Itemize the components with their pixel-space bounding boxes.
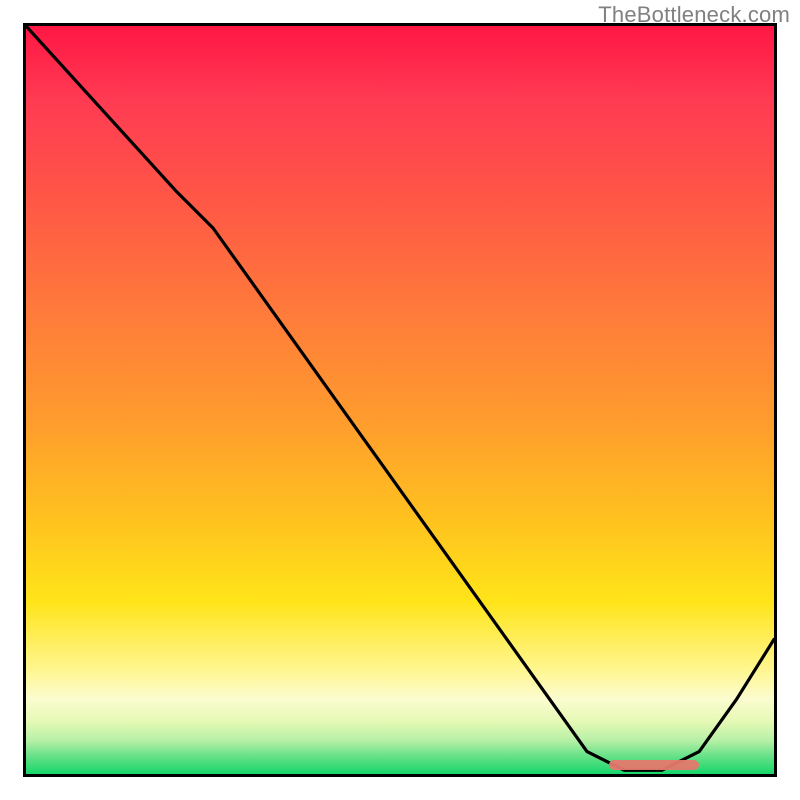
trough-marker xyxy=(609,760,699,770)
curve-line xyxy=(26,26,774,770)
curve-svg xyxy=(26,26,774,774)
chart-stage: TheBottleneck.com xyxy=(0,0,800,800)
plot-area xyxy=(23,23,777,777)
watermark-text: TheBottleneck.com xyxy=(598,2,790,28)
